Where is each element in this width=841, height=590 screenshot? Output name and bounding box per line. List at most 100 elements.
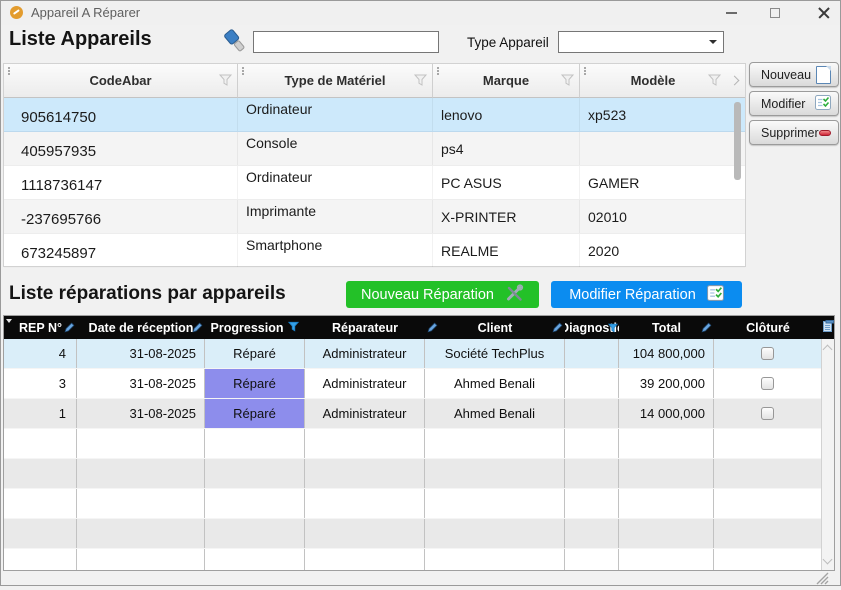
column-header-reparateur[interactable]: Réparateur (305, 316, 425, 339)
type-appareil-select[interactable] (558, 31, 724, 53)
search-pen-icon[interactable] (551, 321, 564, 337)
empty-row (4, 519, 834, 549)
filter-funnel-icon[interactable] (561, 74, 574, 89)
empty-row (4, 459, 834, 489)
column-header-modele[interactable]: Modèle (580, 64, 726, 98)
filter-funnel-icon[interactable] (6, 319, 12, 323)
scroll-up-icon[interactable] (823, 345, 833, 355)
close-icon (817, 6, 831, 20)
reparation-row[interactable]: 4 31-08-2025 Réparé Administrateur Socié… (4, 339, 834, 369)
cell-marque: X-PRINTER (433, 200, 580, 233)
column-header-type-materiel[interactable]: Type de Matériel (238, 64, 433, 98)
column-label: Total (652, 321, 681, 335)
column-header-marque[interactable]: Marque (433, 64, 580, 98)
cell-rep: 1 (4, 399, 77, 428)
cell-codeabar: 1118736147 (4, 166, 238, 199)
search-pen-icon[interactable] (700, 321, 713, 337)
nouveau-reparation-button[interactable]: Nouveau Réparation (346, 281, 539, 308)
cell-client: Société TechPlus (425, 339, 565, 368)
cell-reparateur: Administrateur (305, 369, 425, 398)
cloture-checkbox[interactable] (761, 377, 774, 390)
active-filter-funnel-icon[interactable] (288, 321, 299, 335)
appareil-row[interactable]: 905614750 Ordinateur lenovo xp523 (4, 98, 745, 132)
app-window: Appareil A Réparer Liste Appareils Type … (0, 0, 841, 586)
appareil-row[interactable]: 405957935 Console ps4 (4, 132, 745, 166)
column-label: CodeAbar (89, 73, 151, 88)
cell-total: 14 000,000 (619, 399, 714, 428)
appareil-row[interactable]: 673245897 Smartphone REALME 2020 (4, 234, 745, 268)
scroll-down-icon[interactable] (823, 555, 833, 565)
filter-funnel-icon[interactable] (414, 74, 427, 89)
column-header-codeabar[interactable]: CodeAbar (4, 64, 238, 98)
reparations-grid-header: REP N° Date de réception Progression Rép… (4, 316, 834, 339)
cell-codeabar: 673245897 (4, 234, 238, 267)
cell-progression: Réparé (205, 399, 305, 428)
reparation-row[interactable]: 1 31-08-2025 Réparé Administrateur Ahmed… (4, 399, 834, 429)
active-filter-funnel-icon[interactable] (608, 322, 618, 336)
column-label: Réparateur (332, 321, 398, 335)
column-header-cloture[interactable]: Clôturé (714, 316, 822, 339)
cell-client: Ahmed Benali (425, 369, 565, 398)
empty-row (4, 549, 834, 571)
modifier-reparation-label: Modifier Réparation (569, 287, 696, 303)
cloture-checkbox[interactable] (761, 407, 774, 420)
cell-progression: Réparé (205, 339, 305, 368)
cloture-checkbox[interactable] (761, 347, 774, 360)
appareil-row[interactable]: -237695766 Imprimante X-PRINTER 02010 (4, 200, 745, 234)
minimize-button[interactable] (711, 1, 751, 25)
column-label: Type de Matériel (285, 73, 386, 88)
column-header-date[interactable]: Date de réception (77, 316, 205, 339)
column-header-progression[interactable]: Progression (205, 316, 305, 339)
cell-codeabar: -237695766 (4, 200, 238, 233)
resize-grip[interactable] (815, 572, 830, 590)
search-pen-icon[interactable] (191, 321, 204, 337)
appareil-row[interactable]: 1118736147 Ordinateur PC ASUS GAMER (4, 166, 745, 200)
column-header-total[interactable]: Total (619, 316, 714, 339)
appareils-grid: CodeAbar Type de Matériel Marque Modèle … (3, 63, 746, 267)
filter-funnel-icon[interactable] (708, 74, 721, 89)
column-header-rep[interactable]: REP N° (4, 316, 77, 339)
cell-rep: 4 (4, 339, 77, 368)
cell-cloture (714, 339, 822, 368)
cell-modele: GAMER (580, 166, 726, 199)
grid-nav-next-button[interactable] (726, 64, 745, 98)
supprimer-button[interactable]: Supprimer (749, 120, 839, 145)
window-title: Appareil A Réparer (31, 5, 140, 20)
nouveau-button[interactable]: Nouveau (749, 62, 839, 87)
reparations-heading: Liste réparations par appareils (9, 283, 286, 305)
column-label: Modèle (631, 73, 676, 88)
cell-total: 104 800,000 (619, 339, 714, 368)
cell-total: 39 200,000 (619, 369, 714, 398)
search-input[interactable] (253, 31, 439, 53)
column-header-client[interactable]: Client (425, 316, 565, 339)
cell-marque: REALME (433, 234, 580, 267)
maximize-button[interactable] (755, 1, 795, 25)
vertical-scrollbar[interactable] (821, 339, 834, 570)
supprimer-button-label: Supprimer (761, 126, 819, 140)
reparations-grid: REP N° Date de réception Progression Rép… (3, 315, 835, 571)
drag-grip-icon (437, 67, 439, 69)
modifier-button[interactable]: Modifier (749, 91, 839, 116)
new-page-icon (816, 66, 831, 84)
chevron-right-icon (730, 76, 740, 86)
close-button[interactable] (804, 1, 841, 25)
cell-codeabar: 905614750 (4, 98, 238, 131)
cell-reparateur: Administrateur (305, 339, 425, 368)
title-bar[interactable]: Appareil A Réparer (1, 1, 840, 25)
column-chooser-button[interactable] (822, 316, 834, 339)
modifier-reparation-button[interactable]: Modifier Réparation (551, 281, 742, 308)
cell-date: 31-08-2025 (77, 339, 205, 368)
filter-funnel-icon[interactable] (219, 74, 232, 89)
cell-date: 31-08-2025 (77, 369, 205, 398)
search-pen-icon[interactable] (63, 321, 76, 337)
checklist-icon (815, 95, 831, 113)
column-header-diagnostic[interactable]: Diagnostic (565, 316, 619, 339)
search-pen-icon[interactable] (426, 321, 439, 337)
drag-grip-icon (584, 67, 586, 69)
reparation-row[interactable]: 3 31-08-2025 Réparé Administrateur Ahmed… (4, 369, 834, 399)
vertical-scrollbar[interactable] (734, 102, 741, 180)
column-label: REP N° (19, 321, 62, 335)
chevron-down-icon (709, 40, 717, 44)
nouveau-button-label: Nouveau (761, 68, 811, 82)
cell-type: Ordinateur (238, 166, 433, 199)
